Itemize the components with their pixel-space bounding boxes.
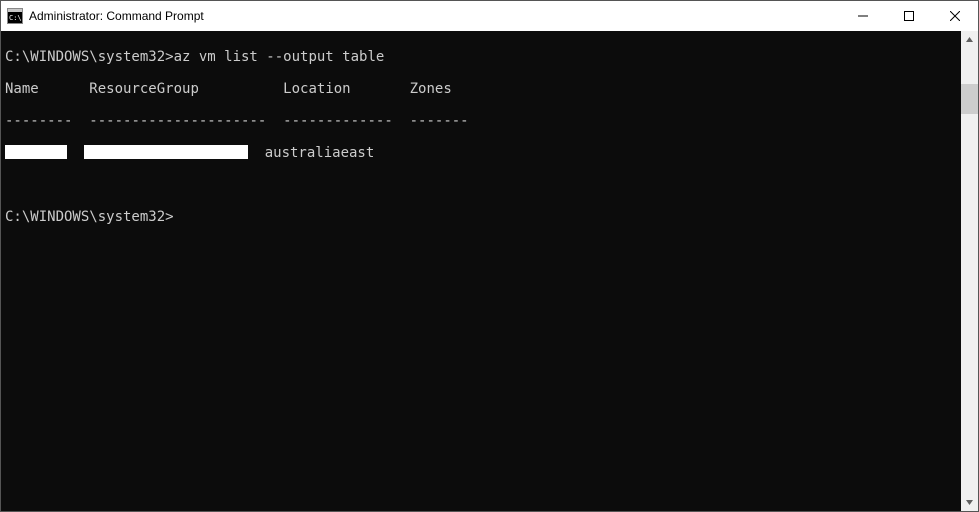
col-sep-location: ------------- [283,113,393,129]
col-header-zones: Zones [410,81,452,97]
window-title: Administrator: Command Prompt [29,9,840,23]
col-sep-zones: ------- [410,113,469,129]
titlebar[interactable]: C:\ Administrator: Command Prompt [1,1,978,31]
scroll-track[interactable] [961,48,978,494]
col-header-name: Name [5,81,39,97]
col-sep-resourcegroup: --------------------- [89,113,266,129]
maximize-button[interactable] [886,1,932,31]
command-text: az vm list --output table [174,49,385,65]
col-sep-name: -------- [5,113,72,129]
command-prompt-window: C:\ Administrator: Command Prompt C:\WIN… [0,0,979,512]
cmd-icon: C:\ [7,8,23,24]
col-header-resourcegroup: ResourceGroup [89,81,199,97]
vertical-scrollbar[interactable] [961,31,978,511]
scroll-thumb[interactable] [961,84,978,114]
col-header-location: Location [283,81,350,97]
cell-location: australiaeast [265,145,375,161]
terminal[interactable]: C:\WINDOWS\system32>az vm list --output … [1,31,961,511]
redacted-name [5,145,67,159]
client-area: C:\WINDOWS\system32>az vm list --output … [1,31,978,511]
window-controls [840,1,978,31]
scroll-down-button[interactable] [961,494,978,511]
redacted-resourcegroup [84,145,248,159]
svg-text:C:\: C:\ [9,14,22,22]
prompt-text: C:\WINDOWS\system32> [5,49,174,65]
close-button[interactable] [932,1,978,31]
scroll-up-button[interactable] [961,31,978,48]
minimize-button[interactable] [840,1,886,31]
prompt-text: C:\WINDOWS\system32> [5,209,174,225]
